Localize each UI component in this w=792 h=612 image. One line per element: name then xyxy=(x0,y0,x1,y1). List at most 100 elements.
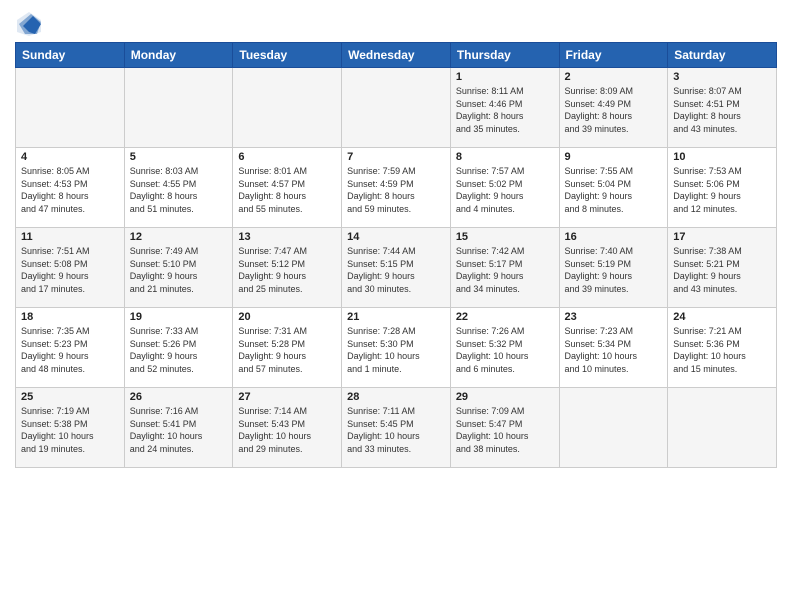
day-number: 2 xyxy=(565,71,663,83)
calendar-cell xyxy=(559,388,668,468)
day-number: 28 xyxy=(347,391,445,403)
header xyxy=(15,10,777,38)
weekday-header-thursday: Thursday xyxy=(450,43,559,68)
day-number: 23 xyxy=(565,311,663,323)
day-info: Sunrise: 7:33 AM Sunset: 5:26 PM Dayligh… xyxy=(130,325,228,375)
day-number: 3 xyxy=(673,71,771,83)
calendar-cell: 20 Sunrise: 7:31 AM Sunset: 5:28 PM Dayli… xyxy=(233,308,342,388)
calendar-cell: 7 Sunrise: 7:59 AM Sunset: 4:59 PM Daylig… xyxy=(342,148,451,228)
calendar-cell: 26 Sunrise: 7:16 AM Sunset: 5:41 PM Dayli… xyxy=(124,388,233,468)
day-info: Sunrise: 7:31 AM Sunset: 5:28 PM Dayligh… xyxy=(238,325,336,375)
day-info: Sunrise: 7:47 AM Sunset: 5:12 PM Dayligh… xyxy=(238,245,336,295)
logo xyxy=(15,10,45,38)
day-number: 21 xyxy=(347,311,445,323)
calendar-cell: 16 Sunrise: 7:40 AM Sunset: 5:19 PM Dayli… xyxy=(559,228,668,308)
day-info: Sunrise: 7:21 AM Sunset: 5:36 PM Dayligh… xyxy=(673,325,771,375)
weekday-header-tuesday: Tuesday xyxy=(233,43,342,68)
day-number: 25 xyxy=(21,391,119,403)
day-number: 26 xyxy=(130,391,228,403)
calendar-cell xyxy=(124,68,233,148)
calendar-cell: 11 Sunrise: 7:51 AM Sunset: 5:08 PM Dayli… xyxy=(16,228,125,308)
day-info: Sunrise: 7:35 AM Sunset: 5:23 PM Dayligh… xyxy=(21,325,119,375)
day-number: 13 xyxy=(238,231,336,243)
calendar-cell: 17 Sunrise: 7:38 AM Sunset: 5:21 PM Dayli… xyxy=(668,228,777,308)
calendar-cell: 22Sunrise: 7:26 AM Sunset: 5:32 PM Dayli… xyxy=(450,308,559,388)
calendar-week-3: 11 Sunrise: 7:51 AM Sunset: 5:08 PM Dayli… xyxy=(16,228,777,308)
day-number: 9 xyxy=(565,151,663,163)
weekday-header-saturday: Saturday xyxy=(668,43,777,68)
calendar-week-2: 4Sunrise: 8:05 AM Sunset: 4:53 PM Daylig… xyxy=(16,148,777,228)
day-number: 19 xyxy=(130,311,228,323)
day-number: 27 xyxy=(238,391,336,403)
logo-icon xyxy=(15,10,43,38)
calendar-cell: 23 Sunrise: 7:23 AM Sunset: 5:34 PM Dayli… xyxy=(559,308,668,388)
day-info: Sunrise: 7:40 AM Sunset: 5:19 PM Dayligh… xyxy=(565,245,663,295)
calendar-cell: 9 Sunrise: 7:55 AM Sunset: 5:04 PM Daylig… xyxy=(559,148,668,228)
day-info: Sunrise: 8:03 AM Sunset: 4:55 PM Dayligh… xyxy=(130,165,228,215)
calendar-week-4: 18Sunrise: 7:35 AM Sunset: 5:23 PM Dayli… xyxy=(16,308,777,388)
weekday-header-sunday: Sunday xyxy=(16,43,125,68)
day-number: 11 xyxy=(21,231,119,243)
day-number: 6 xyxy=(238,151,336,163)
calendar-cell: 4Sunrise: 8:05 AM Sunset: 4:53 PM Daylig… xyxy=(16,148,125,228)
calendar-week-5: 25 Sunrise: 7:19 AM Sunset: 5:38 PM Dayli… xyxy=(16,388,777,468)
calendar-cell: 24 Sunrise: 7:21 AM Sunset: 5:36 PM Dayli… xyxy=(668,308,777,388)
day-number: 14 xyxy=(347,231,445,243)
day-info: Sunrise: 7:09 AM Sunset: 5:47 PM Dayligh… xyxy=(456,405,554,455)
calendar-cell: 28Sunrise: 7:11 AM Sunset: 5:45 PM Dayli… xyxy=(342,388,451,468)
day-info: Sunrise: 7:23 AM Sunset: 5:34 PM Dayligh… xyxy=(565,325,663,375)
day-number: 5 xyxy=(130,151,228,163)
calendar-cell: 5 Sunrise: 8:03 AM Sunset: 4:55 PM Daylig… xyxy=(124,148,233,228)
day-info: Sunrise: 7:44 AM Sunset: 5:15 PM Dayligh… xyxy=(347,245,445,295)
calendar-cell: 2 Sunrise: 8:09 AM Sunset: 4:49 PM Daylig… xyxy=(559,68,668,148)
day-number: 24 xyxy=(673,311,771,323)
calendar-cell: 19 Sunrise: 7:33 AM Sunset: 5:26 PM Dayli… xyxy=(124,308,233,388)
day-number: 7 xyxy=(347,151,445,163)
day-info: Sunrise: 8:09 AM Sunset: 4:49 PM Dayligh… xyxy=(565,85,663,135)
day-number: 16 xyxy=(565,231,663,243)
calendar-cell: 15 Sunrise: 7:42 AM Sunset: 5:17 PM Dayli… xyxy=(450,228,559,308)
calendar-cell: 13 Sunrise: 7:47 AM Sunset: 5:12 PM Dayli… xyxy=(233,228,342,308)
day-info: Sunrise: 7:53 AM Sunset: 5:06 PM Dayligh… xyxy=(673,165,771,215)
day-info: Sunrise: 7:49 AM Sunset: 5:10 PM Dayligh… xyxy=(130,245,228,295)
day-info: Sunrise: 7:28 AM Sunset: 5:30 PM Dayligh… xyxy=(347,325,445,375)
day-info: Sunrise: 7:51 AM Sunset: 5:08 PM Dayligh… xyxy=(21,245,119,295)
day-number: 8 xyxy=(456,151,554,163)
day-info: Sunrise: 8:05 AM Sunset: 4:53 PM Dayligh… xyxy=(21,165,119,215)
day-info: Sunrise: 7:16 AM Sunset: 5:41 PM Dayligh… xyxy=(130,405,228,455)
calendar-cell: 18Sunrise: 7:35 AM Sunset: 5:23 PM Dayli… xyxy=(16,308,125,388)
day-number: 15 xyxy=(456,231,554,243)
weekday-header-monday: Monday xyxy=(124,43,233,68)
day-number: 29 xyxy=(456,391,554,403)
day-info: Sunrise: 8:07 AM Sunset: 4:51 PM Dayligh… xyxy=(673,85,771,135)
day-number: 10 xyxy=(673,151,771,163)
day-number: 12 xyxy=(130,231,228,243)
day-number: 17 xyxy=(673,231,771,243)
calendar-cell: 12 Sunrise: 7:49 AM Sunset: 5:10 PM Dayli… xyxy=(124,228,233,308)
calendar-cell xyxy=(668,388,777,468)
calendar-cell: 6 Sunrise: 8:01 AM Sunset: 4:57 PM Daylig… xyxy=(233,148,342,228)
day-info: Sunrise: 7:19 AM Sunset: 5:38 PM Dayligh… xyxy=(21,405,119,455)
calendar-week-1: 1 Sunrise: 8:11 AM Sunset: 4:46 PM Daylig… xyxy=(16,68,777,148)
day-number: 1 xyxy=(456,71,554,83)
calendar-cell xyxy=(233,68,342,148)
day-info: Sunrise: 7:57 AM Sunset: 5:02 PM Dayligh… xyxy=(456,165,554,215)
calendar-cell: 14 Sunrise: 7:44 AM Sunset: 5:15 PM Dayli… xyxy=(342,228,451,308)
page: SundayMondayTuesdayWednesdayThursdayFrid… xyxy=(0,0,792,612)
calendar-cell: 27Sunrise: 7:14 AM Sunset: 5:43 PM Dayli… xyxy=(233,388,342,468)
day-info: Sunrise: 8:01 AM Sunset: 4:57 PM Dayligh… xyxy=(238,165,336,215)
calendar-cell: 10 Sunrise: 7:53 AM Sunset: 5:06 PM Dayli… xyxy=(668,148,777,228)
day-info: Sunrise: 7:55 AM Sunset: 5:04 PM Dayligh… xyxy=(565,165,663,215)
day-info: Sunrise: 8:11 AM Sunset: 4:46 PM Dayligh… xyxy=(456,85,554,135)
weekday-header-wednesday: Wednesday xyxy=(342,43,451,68)
day-info: Sunrise: 7:59 AM Sunset: 4:59 PM Dayligh… xyxy=(347,165,445,215)
calendar-table: SundayMondayTuesdayWednesdayThursdayFrid… xyxy=(15,42,777,468)
calendar-cell: 21 Sunrise: 7:28 AM Sunset: 5:30 PM Dayli… xyxy=(342,308,451,388)
calendar-cell: 8 Sunrise: 7:57 AM Sunset: 5:02 PM Daylig… xyxy=(450,148,559,228)
calendar-cell: 3 Sunrise: 8:07 AM Sunset: 4:51 PM Daylig… xyxy=(668,68,777,148)
day-number: 20 xyxy=(238,311,336,323)
day-number: 22 xyxy=(456,311,554,323)
day-info: Sunrise: 7:42 AM Sunset: 5:17 PM Dayligh… xyxy=(456,245,554,295)
calendar-cell xyxy=(16,68,125,148)
day-info: Sunrise: 7:38 AM Sunset: 5:21 PM Dayligh… xyxy=(673,245,771,295)
